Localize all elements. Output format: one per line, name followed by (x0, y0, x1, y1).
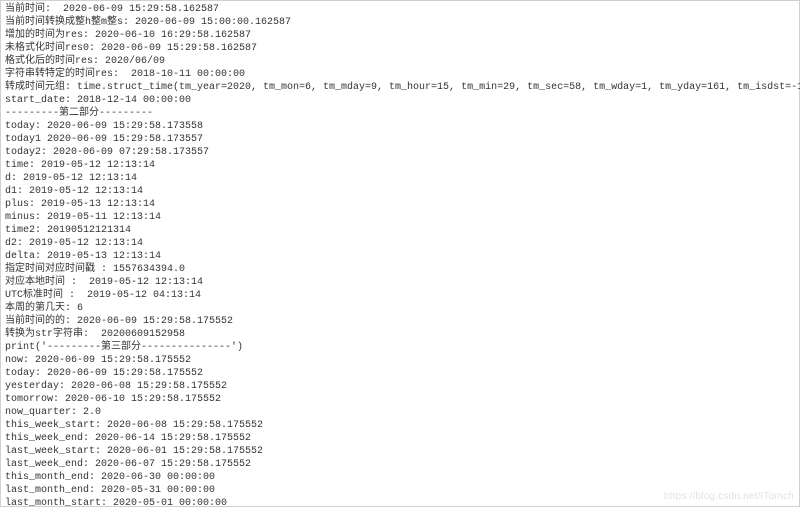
console-line: d1: 2019-05-12 12:13:14 (5, 185, 795, 198)
console-line: 当前时间的的: 2020-06-09 15:29:58.175552 (5, 315, 795, 328)
console-line: ---------第二部分--------- (5, 107, 795, 120)
console-line: plus: 2019-05-13 12:13:14 (5, 198, 795, 211)
console-line: delta: 2019-05-13 12:13:14 (5, 250, 795, 263)
console-line: 字符串转特定的时间res: 2018-10-11 00:00:00 (5, 68, 795, 81)
console-line: 转成时间元组: time.struct_time(tm_year=2020, t… (5, 81, 795, 94)
console-line: 格式化后的时间res: 2020/06/09 (5, 55, 795, 68)
console-line: last_month_end: 2020-05-31 00:00:00 (5, 484, 795, 497)
console-line: today: 2020-06-09 15:29:58.173558 (5, 120, 795, 133)
console-line: minus: 2019-05-11 12:13:14 (5, 211, 795, 224)
console-line: 转换为str字符串: 20200609152958 (5, 328, 795, 341)
console-line: 未格式化时间res0: 2020-06-09 15:29:58.162587 (5, 42, 795, 55)
console-line: start_date: 2018-12-14 00:00:00 (5, 94, 795, 107)
console-line: 当前时间: 2020-06-09 15:29:58.162587 (5, 3, 795, 16)
console-line: tomorrow: 2020-06-10 15:29:58.175552 (5, 393, 795, 406)
console-line: yesterday: 2020-06-08 15:29:58.175552 (5, 380, 795, 393)
console-line: 本周的第几天: 6 (5, 302, 795, 315)
console-line: this_month_end: 2020-06-30 00:00:00 (5, 471, 795, 484)
console-line: this_week_start: 2020-06-08 15:29:58.175… (5, 419, 795, 432)
console-line: today: 2020-06-09 15:29:58.175552 (5, 367, 795, 380)
console-line: UTC标准时间 : 2019-05-12 04:13:14 (5, 289, 795, 302)
console-line: 对应本地时间 : 2019-05-12 12:13:14 (5, 276, 795, 289)
console-line: 指定时间对应时间戳 : 1557634394.0 (5, 263, 795, 276)
console-line: today1 2020-06-09 15:29:58.173557 (5, 133, 795, 146)
console-line: this_week_end: 2020-06-14 15:29:58.17555… (5, 432, 795, 445)
console-line: today2: 2020-06-09 07:29:58.173557 (5, 146, 795, 159)
console-line: last_month_start: 2020-05-01 00:00:00 (5, 497, 795, 507)
console-line: last_week_end: 2020-06-07 15:29:58.17555… (5, 458, 795, 471)
console-line: now_quarter: 2.0 (5, 406, 795, 419)
console-line: 增加的时间为res: 2020-06-10 16:29:58.162587 (5, 29, 795, 42)
console-line: d2: 2019-05-12 12:13:14 (5, 237, 795, 250)
console-line: print('---------第三部分---------------') (5, 341, 795, 354)
console-line: d: 2019-05-12 12:13:14 (5, 172, 795, 185)
console-line: time: 2019-05-12 12:13:14 (5, 159, 795, 172)
console-line: last_week_start: 2020-06-01 15:29:58.175… (5, 445, 795, 458)
console-output: 当前时间: 2020-06-09 15:29:58.162587当前时间转换成整… (5, 3, 795, 507)
console-line: 当前时间转换成整h整m整s: 2020-06-09 15:00:00.16258… (5, 16, 795, 29)
console-line: time2: 20190512121314 (5, 224, 795, 237)
console-line: now: 2020-06-09 15:29:58.175552 (5, 354, 795, 367)
